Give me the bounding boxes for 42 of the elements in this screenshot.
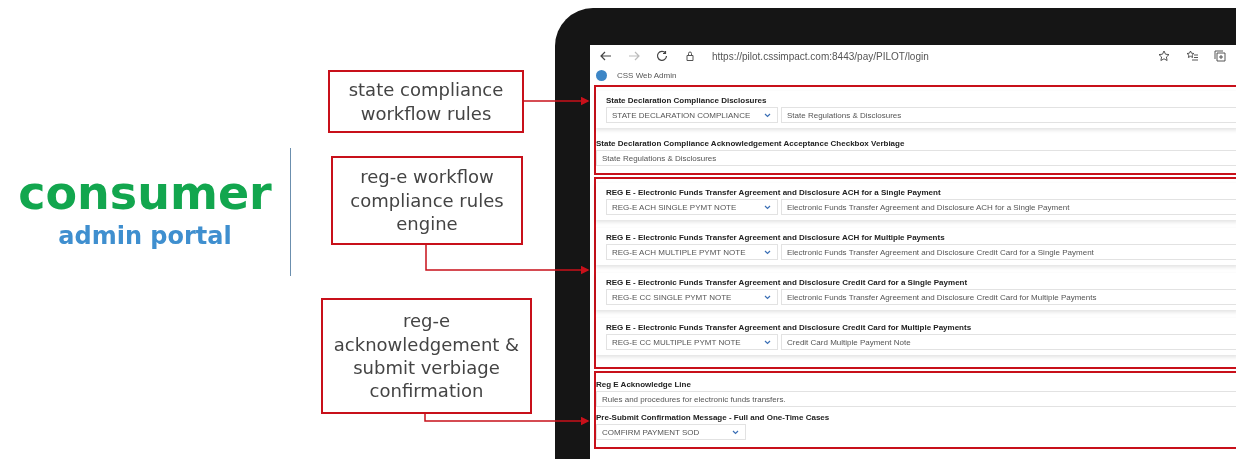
chevron-down-icon: [764, 204, 771, 210]
refresh-icon[interactable]: [656, 50, 668, 62]
callout-box: reg-e workflow compliance rules engine: [331, 156, 523, 245]
field-label: Reg E Acknowledge Line: [596, 380, 692, 389]
text-field[interactable]: Electronic Funds Transfer Agreement and Disclosure Credit Card for Multiple Payments: [781, 289, 1236, 305]
text-field[interactable]: State Regulations & Disclosures: [596, 150, 1236, 166]
brand-subtitle: admin portal: [58, 221, 232, 250]
field-label: REG E - Electronic Funds Transfer Agreement and Disclosure Credit Card for Multiple Payments: [606, 323, 973, 332]
text-field[interactable]: Electronic Funds Transfer Agreement and Disclosure Credit Card for a Single Payment: [781, 244, 1236, 260]
url-text[interactable]: https://pilot.cssimpact.com:8443/pay/PILOT/login: [712, 50, 1142, 62]
dropdown[interactable]: STATE DECLARATION COMPLIANCE: [606, 107, 778, 123]
brand-title: consumer: [18, 169, 272, 216]
text-field[interactable]: Rules and procedures for electronic funds transfers.: [596, 391, 1236, 407]
text-field[interactable]: State Regulations & Disclosures: [781, 107, 1236, 123]
field-label: REG E - Electronic Funds Transfer Agreement and Disclosure Credit Card for a Single Payment: [606, 278, 969, 287]
text-field[interactable]: Credit Card Multiple Payment Note: [781, 334, 1236, 350]
leader-line: [522, 96, 590, 106]
dropdown[interactable]: REG-E CC MULTIPLE PYMT NOTE: [606, 334, 778, 350]
chevron-down-icon: [764, 339, 771, 345]
collections-icon[interactable]: [1214, 50, 1226, 62]
back-arrow-icon[interactable]: [600, 50, 612, 62]
callout-box: state compliance workflow rules: [328, 70, 524, 133]
chevron-down-icon: [764, 249, 771, 255]
chevron-down-icon: [764, 294, 771, 300]
field-label: Pre-Submit Confirmation Message - Full and One-Time Cases: [596, 413, 831, 422]
app-logo: [596, 69, 607, 81]
field-label: REG E - Electronic Funds Transfer Agreement and Disclosure ACH for a Single Payment: [606, 188, 942, 197]
dropdown[interactable]: REG-E CC SINGLE PYMT NOTE: [606, 289, 778, 305]
app-title: CSS Web Admin: [617, 70, 677, 80]
field-label: REG E - Electronic Funds Transfer Agreement and Disclosure ACH for Multiple Payments: [606, 233, 946, 242]
field-label: State Declaration Compliance Disclosures: [606, 96, 768, 105]
dropdown[interactable]: REG-E ACH MULTIPLE PYMT NOTE: [606, 244, 778, 260]
chevron-down-icon: [732, 429, 739, 435]
star-icon[interactable]: [1158, 50, 1170, 62]
chevron-down-icon: [764, 112, 771, 118]
dropdown[interactable]: REG-E ACH SINGLE PYMT NOTE: [606, 199, 778, 215]
favorites-icon[interactable]: [1186, 50, 1198, 62]
dropdown[interactable]: COMFIRM PAYMENT SOD: [596, 424, 746, 440]
callout-box: reg-e acknowledgement & submit verbiage confirmation: [321, 298, 532, 414]
field-label: State Declaration Compliance Acknowledgement Acceptance Checkbox Verbiage: [596, 139, 906, 148]
lock-icon: [684, 50, 696, 62]
text-field[interactable]: Electronic Funds Transfer Agreement and Disclosure ACH for a Single Payment: [781, 199, 1236, 215]
